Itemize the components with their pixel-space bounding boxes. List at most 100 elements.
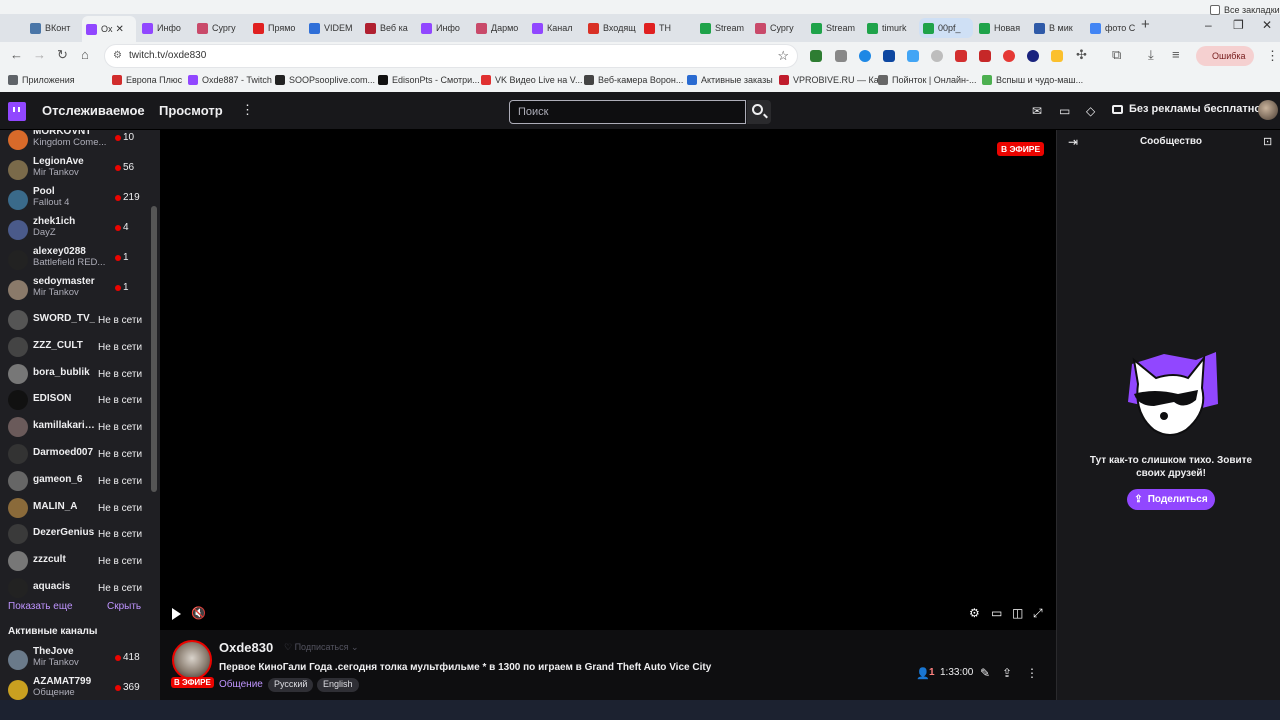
follow-button[interactable]: ♡ Подписаться ⌄ <box>284 642 359 653</box>
sidebar-channel-item[interactable]: SWORD_TV_ Не в сети <box>0 306 150 334</box>
search-input[interactable]: Поиск <box>509 100 746 124</box>
bookmark-item[interactable]: EdisonPts - Смотри... <box>378 75 480 85</box>
bookmark-star-icon[interactable]: ☆ <box>777 48 789 64</box>
browser-tab[interactable]: VIDEM <box>305 16 359 40</box>
maximize-icon[interactable]: ❐ <box>1233 18 1244 32</box>
twitch-logo-icon[interactable] <box>8 102 26 121</box>
extension-icon[interactable] <box>931 50 943 62</box>
sidebar-channel-item[interactable]: ZZZ_CULT Не в сети <box>0 333 150 361</box>
browser-tab[interactable]: Входящ <box>584 16 638 40</box>
close-tab-icon[interactable]: ✕ <box>116 24 124 35</box>
volume-muted-icon[interactable]: 🔇 <box>191 606 206 620</box>
tag-russian[interactable]: Русский <box>268 678 314 692</box>
pdf-icon[interactable] <box>979 50 991 62</box>
browser-tab[interactable]: timurk <box>863 16 917 40</box>
streamer-avatar[interactable] <box>172 640 212 680</box>
profile-error-chip[interactable]: Ошибка <box>1196 46 1254 66</box>
screenshot-icon[interactable]: ⧉ <box>1112 48 1121 62</box>
inbox-icon[interactable]: ✉ <box>1032 104 1042 118</box>
following-link[interactable]: Отслеживаемое <box>42 103 145 118</box>
bookmark-item[interactable]: VK Видео Live на V... <box>481 75 582 85</box>
browser-tab[interactable]: 00pf_ <box>919 18 973 38</box>
browser-tab[interactable]: Инфо <box>417 16 471 40</box>
browser-menu-icon[interactable]: ⋮ <box>1266 48 1279 64</box>
download-icon[interactable]: ⤓ <box>1148 48 1154 62</box>
browse-link[interactable]: Просмотр <box>159 103 223 118</box>
theatre-mode-icon[interactable]: ▭ <box>991 606 1002 620</box>
browser-tab[interactable]: В мик <box>1030 16 1084 40</box>
prime-crown-icon[interactable]: ◇ <box>1086 104 1095 118</box>
forward-icon[interactable]: → <box>33 48 46 62</box>
sidebar-channel-item[interactable]: EDISON Не в сети <box>0 386 150 414</box>
new-tab-button[interactable]: + <box>1141 16 1150 33</box>
bookmark-item[interactable]: Oxde887 - Twitch <box>188 75 272 85</box>
browser-tab[interactable]: ТН <box>640 16 694 40</box>
bookmark-item[interactable]: Веб-камера Ворон... <box>584 75 683 85</box>
bookmark-item[interactable]: Активные заказы <box>687 75 773 85</box>
browser-tab[interactable]: Ox ✕ <box>82 16 136 42</box>
close-window-icon[interactable]: ✕ <box>1262 18 1272 32</box>
fullscreen-icon[interactable]: ⤢ <box>1033 606 1043 621</box>
extension-icon[interactable] <box>1003 50 1015 62</box>
sidebar-channel-item[interactable]: DezerGenius Не в сети <box>0 520 150 548</box>
tag-english[interactable]: English <box>317 678 359 692</box>
search-button[interactable] <box>747 100 771 124</box>
browser-tab[interactable]: Сургу <box>751 16 805 40</box>
bookmark-item[interactable]: SOOPsooplive.com... <box>275 75 375 85</box>
browser-tab[interactable]: Канал <box>528 16 582 40</box>
bookmark-item[interactable]: VPROBIVE.RU — Ка... <box>779 75 886 85</box>
sidebar-scrollbar[interactable] <box>151 206 157 492</box>
reload-icon[interactable]: ↻ <box>57 48 68 62</box>
settings-gear-icon[interactable]: ⚙ <box>969 606 980 620</box>
sidebar-channel-item[interactable]: zzzcult Не в сети <box>0 547 150 575</box>
browser-tab[interactable]: Прямо <box>249 16 303 40</box>
address-bar[interactable]: ⚙ twitch.tv/oxde830 ☆ <box>104 44 798 68</box>
sidebar-channel-item[interactable]: TheJove Mir Tankov 418 <box>0 646 150 674</box>
sidebar-channel-item[interactable]: gameon_6 Не в сети <box>0 467 150 495</box>
browser-tab[interactable]: Веб ка <box>361 16 415 40</box>
browser-tab[interactable]: Stream <box>696 16 750 40</box>
play-icon[interactable] <box>172 608 181 620</box>
bookmark-item[interactable]: Приложения <box>8 75 75 85</box>
streamer-name[interactable]: Oxde830 <box>219 640 273 655</box>
category-link[interactable]: Общение <box>219 679 263 690</box>
all-bookmarks-button[interactable]: Все закладки <box>1210 5 1280 15</box>
sidebar-channel-item[interactable]: alexey0288 Battlefield RED... 1 <box>0 246 150 274</box>
browser-tab[interactable]: Инфо <box>138 16 192 40</box>
share-icon[interactable]: ⇪ <box>1002 666 1012 680</box>
extension-icon[interactable] <box>1051 50 1063 62</box>
sidebar-channel-item[interactable]: kamillakarie... Не в сети <box>0 413 150 441</box>
sidebar-channel-item[interactable]: AZAMAT799 Общение 369 <box>0 676 150 700</box>
sidebar-channel-item[interactable]: aquacis Не в сети <box>0 574 150 602</box>
bookmark-item[interactable]: Пойнток | Онлайн-... <box>878 75 977 85</box>
hide-link[interactable]: Скрыть <box>107 601 141 612</box>
media-control-icon[interactable]: ≡ <box>1172 48 1180 62</box>
whispers-icon[interactable]: ▭ <box>1059 104 1070 118</box>
extension-icon[interactable] <box>859 50 871 62</box>
browser-tab[interactable]: Новая <box>975 16 1029 40</box>
browser-tab[interactable]: фото С <box>1086 16 1140 40</box>
sidebar-channel-item[interactable]: Darmoed007 Не в сети <box>0 440 150 468</box>
sidebar-channel-item[interactable]: MALIN_A Не в сети <box>0 494 150 522</box>
no-ads-button[interactable]: Без рекламы бесплатно <box>1112 103 1261 115</box>
sidebar-toggle-icon[interactable]: ◫ <box>1012 606 1023 620</box>
share-button[interactable]: ⇪ Поделиться <box>1127 489 1215 510</box>
sidebar-channel-item[interactable]: LegionAve Mir Tankov 56 <box>0 156 150 184</box>
minimize-icon[interactable]: – <box>1205 18 1212 32</box>
translate-icon[interactable] <box>907 50 919 62</box>
sidebar-channel-item[interactable]: Pool Fallout 4 219 <box>0 186 150 214</box>
panel-options-icon[interactable]: ⊡ <box>1263 135 1272 148</box>
show-more-link[interactable]: Показать еще <box>8 601 73 612</box>
bookmark-item[interactable]: Европа Плюс <box>112 75 182 85</box>
browser-tab[interactable]: Дармо <box>472 16 526 40</box>
user-avatar[interactable] <box>1258 100 1278 120</box>
sidebar-channel-item[interactable]: MORKOVNT Kingdom Come... 10 <box>0 130 150 154</box>
extension-icon[interactable] <box>883 50 895 62</box>
extension-icon[interactable] <box>955 50 967 62</box>
sidebar-channel-item[interactable]: zhek1ich DayZ 4 <box>0 216 150 244</box>
extension-icon[interactable] <box>810 50 822 62</box>
browser-tab[interactable]: ВКонт <box>26 16 80 40</box>
back-icon[interactable]: ← <box>10 48 23 62</box>
browser-tab[interactable]: Сургу <box>193 16 247 40</box>
extensions-puzzle-icon[interactable]: ✣ <box>1076 48 1087 62</box>
